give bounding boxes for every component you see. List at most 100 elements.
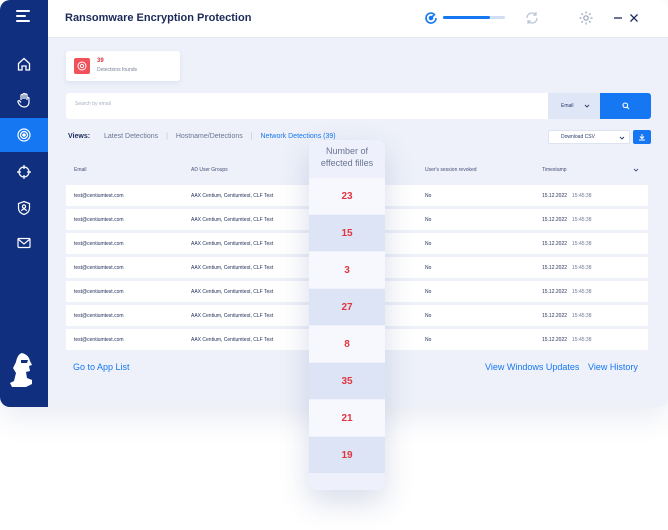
search-select-value: Email <box>561 103 574 109</box>
sidebar-item-mail[interactable] <box>0 226 48 260</box>
cell-email: test@centiumtest.com <box>74 241 124 247</box>
hand-icon <box>17 92 30 108</box>
cell-groups: AAX Centium, Centiumtest, CLF Test <box>191 337 274 343</box>
cell-date: 15.12.2022 <box>542 265 568 271</box>
cell-time: 15:45:38 <box>572 265 592 271</box>
sidebar-item-home[interactable] <box>0 47 48 81</box>
sync-icon[interactable] <box>524 10 540 26</box>
cell-timestamp: 15.12.2022 15:45:38 <box>542 193 592 199</box>
cell-email: test@centiumtest.com <box>74 313 124 319</box>
sidebar-item-protection[interactable] <box>0 118 48 152</box>
detections-count: 39 <box>97 58 104 64</box>
cell-time: 15:45:38 <box>572 289 592 295</box>
app-title: Ransomware Encryption Protection <box>65 12 252 24</box>
cell-time: 15:45:38 <box>572 241 592 247</box>
cell-revoked: No <box>425 265 432 271</box>
effected-files-value: 3 <box>309 252 385 288</box>
detections-card[interactable]: 39 Detections founds <box>66 51 180 81</box>
home-icon <box>17 57 31 71</box>
cell-timestamp: 15.12.2022 15:45:38 <box>542 265 592 271</box>
view-history-link[interactable]: View History <box>588 362 638 372</box>
detections-label: Detections founds <box>97 67 138 73</box>
cell-email: test@centiumtest.com <box>74 337 124 343</box>
cell-date: 15.12.2022 <box>542 241 568 247</box>
effected-files-value: 21 <box>309 400 385 436</box>
target-alert-icon <box>74 58 90 74</box>
menu-icon[interactable] <box>16 10 32 24</box>
effected-files-value: 8 <box>309 326 385 362</box>
tab-hostname-detections[interactable]: Hostname/Detections <box>176 133 243 140</box>
close-icon[interactable] <box>626 10 642 26</box>
cell-date: 15.12.2022 <box>542 337 568 343</box>
column-header-timestamp[interactable]: Timestamp <box>542 167 567 173</box>
cell-timestamp: 15.12.2022 15:45:38 <box>542 313 592 319</box>
views-label: Views: <box>68 133 91 140</box>
cell-timestamp: 15.12.2022 15:45:38 <box>542 217 592 223</box>
cell-groups: AAX Centium, Centiumtest, CLF Test <box>191 193 274 199</box>
download-button[interactable] <box>633 130 651 144</box>
cell-revoked: No <box>425 313 432 319</box>
search-field-select[interactable]: Email <box>548 93 600 119</box>
column-header-groups[interactable]: AD User Groups <box>191 167 228 173</box>
cell-date: 15.12.2022 <box>542 289 568 295</box>
cell-time: 15:45:38 <box>572 337 592 343</box>
title-bar: Ransomware Encryption Protection <box>48 0 668 38</box>
mail-icon <box>17 237 31 249</box>
sidebar-item-shield[interactable] <box>0 191 48 225</box>
search-button[interactable] <box>600 93 651 119</box>
user-shield-icon <box>17 200 31 216</box>
cell-email: test@centiumtest.com <box>74 265 124 271</box>
search-input[interactable]: Search by email <box>75 101 111 107</box>
tab-network-detections[interactable]: Network Detections (39) <box>261 133 336 140</box>
cell-groups: AAX Centium, Centiumtest, CLF Test <box>191 265 274 271</box>
cell-timestamp: 15.12.2022 15:45:38 <box>542 289 592 295</box>
cell-date: 15.12.2022 <box>542 313 568 319</box>
tab-latest-detections[interactable]: Latest Detections <box>104 133 158 140</box>
effected-files-value: 15 <box>309 215 385 251</box>
radar-icon <box>17 128 31 142</box>
effected-files-column: Number of effected filles 23 15 3 27 8 35 21 19 <box>309 140 385 490</box>
cell-revoked: No <box>425 241 432 247</box>
cell-date: 15.12.2022 <box>542 193 568 199</box>
gear-icon[interactable] <box>578 10 594 26</box>
cell-time: 15:45:38 <box>572 217 592 223</box>
cell-time: 15:45:38 <box>572 193 592 199</box>
sidebar <box>0 0 48 407</box>
cell-email: test@centiumtest.com <box>74 217 124 223</box>
chevron-down-icon <box>584 104 589 108</box>
cell-email: test@centiumtest.com <box>74 193 124 199</box>
cell-revoked: No <box>425 289 432 295</box>
scan-progress-bar <box>443 16 505 19</box>
sidebar-item-hand[interactable] <box>0 83 48 117</box>
cell-groups: AAX Centium, Centiumtest, CLF Test <box>191 241 274 247</box>
column-header-revoked[interactable]: User's session revoked <box>425 167 477 173</box>
chevron-down-icon <box>619 136 625 140</box>
download-csv-label: Download CSV <box>561 134 595 140</box>
cell-revoked: No <box>425 337 432 343</box>
cell-timestamp: 15.12.2022 15:45:38 <box>542 337 592 343</box>
effected-files-value: 19 <box>309 437 385 473</box>
effected-files-header: Number of effected filles <box>320 146 374 168</box>
crosshair-icon <box>17 165 31 179</box>
chevron-down-icon[interactable] <box>633 167 639 173</box>
download-csv-select[interactable]: Download CSV <box>548 130 630 144</box>
cell-date: 15.12.2022 <box>542 217 568 223</box>
views-nav: Views: Latest Detections | Hostname/Dete… <box>68 133 336 140</box>
view-windows-updates-link[interactable]: View Windows Updates <box>485 362 579 372</box>
cell-groups: AAX Centium, Centiumtest, CLF Test <box>191 313 274 319</box>
cell-time: 15:45:38 <box>572 313 592 319</box>
sidebar-item-target[interactable] <box>0 155 48 189</box>
effected-files-value: 35 <box>309 363 385 399</box>
search-icon <box>621 102 629 110</box>
cell-revoked: No <box>425 217 432 223</box>
cell-groups: AAX Centium, Centiumtest, CLF Test <box>191 289 274 295</box>
scan-gauge-icon <box>425 12 437 24</box>
cell-groups: AAX Centium, Centiumtest, CLF Test <box>191 217 274 223</box>
cell-revoked: No <box>425 193 432 199</box>
cell-timestamp: 15.12.2022 15:45:38 <box>542 241 592 247</box>
minimize-icon[interactable] <box>610 10 626 26</box>
go-to-app-list-link[interactable]: Go to App List <box>73 362 130 372</box>
download-icon <box>639 134 645 141</box>
column-header-email[interactable]: Email <box>74 167 87 173</box>
knight-logo-icon <box>10 353 32 387</box>
